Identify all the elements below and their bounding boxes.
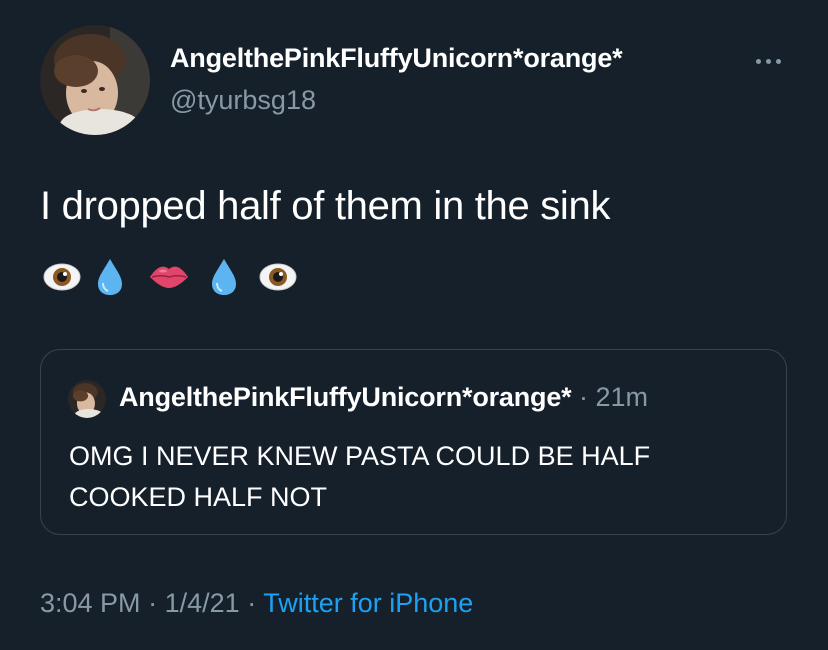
author-display-name[interactable]: AngelthePinkFluffyUnicorn*orange* — [170, 43, 623, 74]
more-horizontal-icon — [755, 58, 761, 64]
quoted-tweet-header: AngelthePinkFluffyUnicorn*orange* · 21m — [119, 382, 648, 413]
quoted-separator: · — [578, 382, 588, 412]
tweet-time[interactable]: 3:04 PM — [40, 588, 141, 618]
tweet-detail: AngelthePinkFluffyUnicorn*orange* @tyurb… — [0, 0, 828, 650]
quoted-tweet-text: OMG I NEVER KNEW PASTA COULD BE HALF COO… — [69, 441, 651, 512]
quoted-tweet-card[interactable]: AngelthePinkFluffyUnicorn*orange* · 21m … — [40, 349, 787, 535]
droplet-icon — [98, 259, 122, 295]
droplet-icon — [212, 259, 236, 295]
author-avatar[interactable] — [40, 25, 150, 135]
lips-icon — [150, 266, 188, 288]
quoted-timestamp[interactable]: 21m — [595, 382, 648, 412]
more-horizontal-icon-dot — [765, 58, 771, 64]
tweet-source-link[interactable]: Twitter for iPhone — [263, 588, 473, 618]
eye-icon — [259, 263, 297, 291]
more-horizontal-icon-dot — [775, 58, 781, 64]
meta-separator: · — [247, 588, 257, 618]
more-options-button[interactable] — [746, 50, 790, 72]
tweet-meta: 3:04 PM · 1/4/21 · Twitter for iPhone — [40, 588, 473, 619]
tweet-emoji-row — [40, 257, 306, 297]
quoted-author-display-name[interactable]: AngelthePinkFluffyUnicorn*orange* — [119, 382, 572, 412]
tweet-date[interactable]: 1/4/21 — [165, 588, 240, 618]
tweet-text: I dropped half of them in the sink — [40, 184, 611, 228]
meta-separator: · — [148, 588, 158, 618]
quoted-author-avatar[interactable] — [68, 380, 106, 418]
eye-icon — [43, 263, 81, 291]
author-handle[interactable]: @tyurbsg18 — [170, 85, 316, 116]
